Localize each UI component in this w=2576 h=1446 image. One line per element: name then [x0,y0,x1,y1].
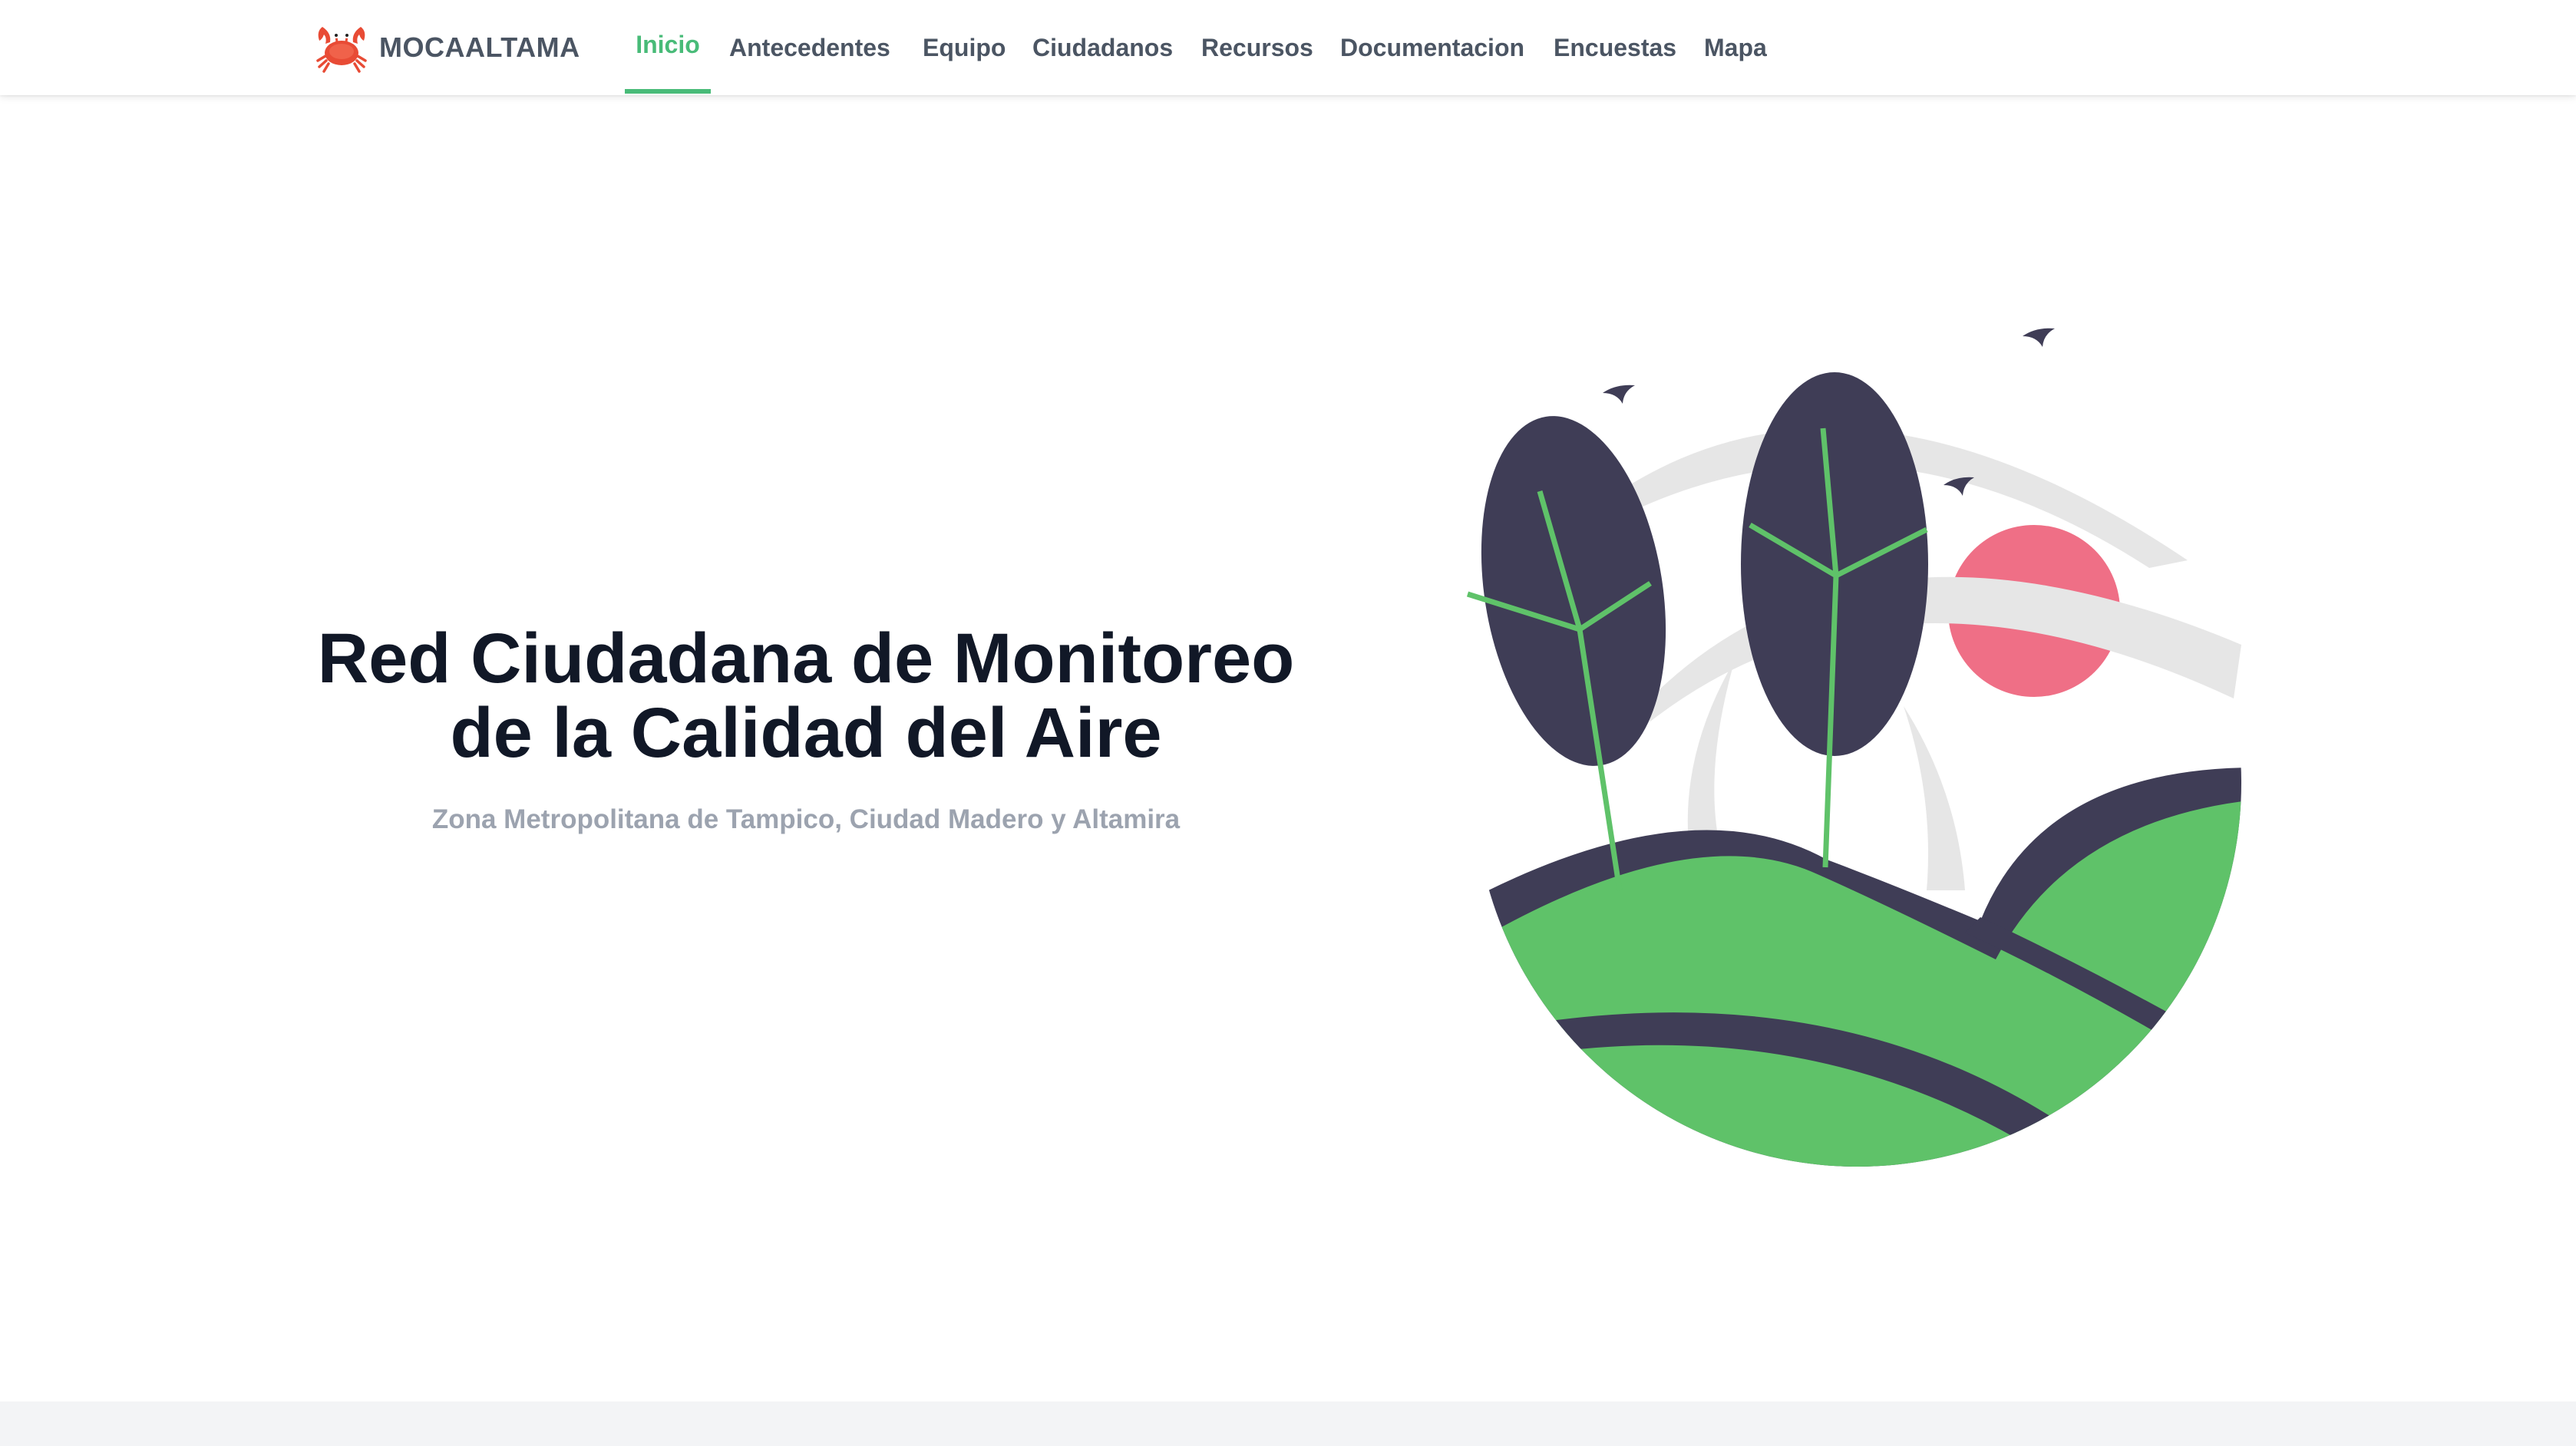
brand-logo-link[interactable]: MOCAALTAMA [315,18,580,77]
grass-blade-shape [1904,706,1965,890]
nav-item-documentacion[interactable]: Documentacion [1340,0,1524,95]
hero-title-line-1: Red Ciudadana de Monitoreo [317,619,1295,698]
nav-item-inicio[interactable]: Inicio [625,0,711,95]
nav-item-antecedentes[interactable]: Antecedentes [729,0,890,95]
bird-icon [1603,385,1635,404]
footer-band [0,1401,2576,1446]
nature-illustration [1458,307,2303,1197]
nav-item-recursos[interactable]: Recursos [1201,0,1313,95]
crab-icon [315,21,368,74]
bird-icon [2023,328,2055,347]
nav-item-equipo[interactable]: Equipo [923,0,1006,95]
brand-name: MOCAALTAMA [379,31,580,63]
hero-title: Red Ciudadana de Monitoreo de la Calidad… [215,622,1397,771]
hills-shape [1474,768,2241,1167]
tree-leaf-shape [1481,416,1666,766]
hero-title-line-2: de la Calidad del Aire [450,694,1162,772]
nav-item-ciudadanos[interactable]: Ciudadanos [1032,0,1173,95]
nav-item-encuestas[interactable]: Encuestas [1554,0,1676,95]
hero-subtitle: Zona Metropolitana de Tampico, Ciudad Ma… [431,804,1181,834]
top-navbar: MOCAALTAMA Inicio Antecedentes Equipo Ci… [0,0,2576,95]
bird-icon [1944,477,1974,496]
nav-item-mapa[interactable]: Mapa [1704,0,1767,95]
wind-arc-shape [1643,576,2241,721]
